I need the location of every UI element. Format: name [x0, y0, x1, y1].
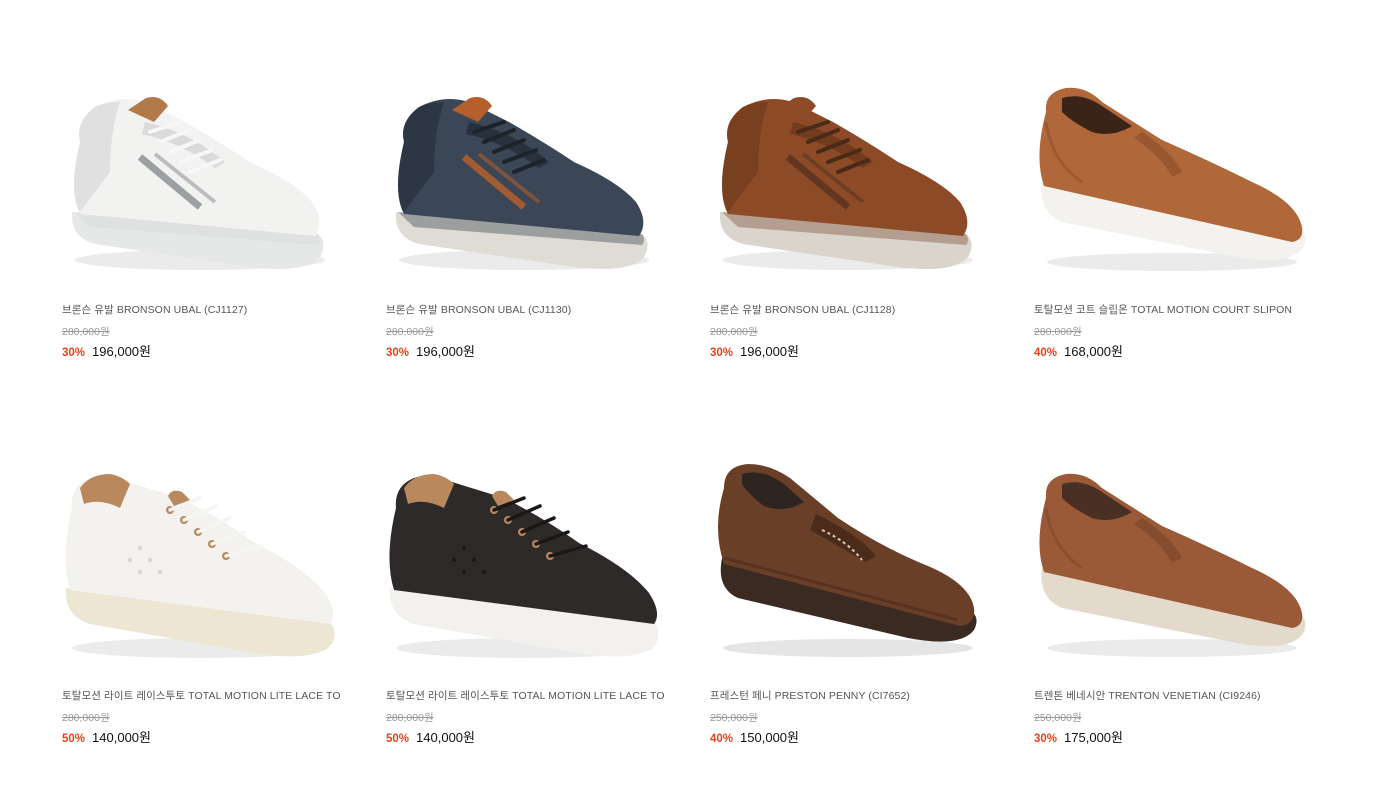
black-lace-to-toe-image[interactable] [374, 448, 664, 688]
original-price: 280,000원 [386, 326, 434, 338]
price-line: 40% 168,000원 [1034, 341, 1123, 360]
sale-price: 140,000원 [92, 730, 151, 745]
discount-rate: 30% [710, 347, 734, 359]
price-line: 30% 196,000원 [386, 341, 475, 360]
price-line: 30% 196,000원 [710, 341, 799, 360]
brown-leather-sneaker-image[interactable] [698, 62, 988, 302]
price-line: 50% 140,000원 [62, 727, 151, 746]
sale-price: 196,000원 [740, 344, 799, 359]
product-card[interactable]: 토탈모션 라이트 레이스투토 TOTAL MOTION LITE LACE TO… [386, 420, 686, 800]
price-line: 40% 150,000원 [710, 727, 799, 746]
product-name[interactable]: 토탈모션 코트 슬립온 TOTAL MOTION COURT SLIPON [1034, 302, 1292, 317]
white-leather-sneaker-image[interactable] [50, 62, 340, 302]
original-price: 280,000원 [710, 326, 758, 338]
price-line: 30% 175,000원 [1034, 727, 1123, 746]
product-card[interactable]: 프레스턴 페니 PRESTON PENNY (CI7652) 250,000원 … [710, 420, 1010, 800]
discount-rate: 30% [1034, 733, 1058, 745]
original-price: 250,000원 [710, 712, 758, 724]
discount-rate: 30% [62, 347, 86, 359]
product-card[interactable]: 트렌톤 베네시안 TRENTON VENETIAN (CI9246) 250,0… [1034, 420, 1334, 800]
product-name[interactable]: 브론슨 유발 BRONSON UBAL (CJ1130) [386, 302, 571, 317]
discount-rate: 30% [386, 347, 410, 359]
original-price: 280,000원 [62, 326, 110, 338]
price-line: 30% 196,000원 [62, 341, 151, 360]
sale-price: 196,000원 [92, 344, 151, 359]
product-grid: 브론슨 유발 BRONSON UBAL (CJ1127) 280,000원 30… [0, 0, 1396, 784]
product-name[interactable]: 트렌톤 베네시안 TRENTON VENETIAN (CI9246) [1034, 688, 1261, 703]
brown-venetian-loafer-image[interactable] [1022, 448, 1312, 688]
product-card[interactable]: 브론슨 유발 BRONSON UBAL (CJ1130) 280,000원 30… [386, 34, 686, 414]
tan-slip-on-image[interactable] [1022, 62, 1312, 302]
product-name[interactable]: 프레스턴 페니 PRESTON PENNY (CI7652) [710, 688, 910, 703]
product-name[interactable]: 토탈모션 라이트 레이스투토 TOTAL MOTION LITE LACE TO [386, 688, 665, 703]
white-lace-to-toe-image[interactable] [50, 448, 340, 688]
sale-price: 150,000원 [740, 730, 799, 745]
product-name[interactable]: 브론슨 유발 BRONSON UBAL (CJ1128) [710, 302, 895, 317]
discount-rate: 50% [62, 733, 86, 745]
sale-price: 140,000원 [416, 730, 475, 745]
product-card[interactable]: 토탈모션 코트 슬립온 TOTAL MOTION COURT SLIPON 28… [1034, 34, 1334, 414]
product-card[interactable]: 토탈모션 라이트 레이스투토 TOTAL MOTION LITE LACE TO… [62, 420, 362, 800]
product-name[interactable]: 브론슨 유발 BRONSON UBAL (CJ1127) [62, 302, 247, 317]
sale-price: 175,000원 [1064, 730, 1123, 745]
sale-price: 196,000원 [416, 344, 475, 359]
product-card[interactable]: 브론슨 유발 BRONSON UBAL (CJ1128) 280,000원 30… [710, 34, 1010, 414]
discount-rate: 50% [386, 733, 410, 745]
discount-rate: 40% [710, 733, 734, 745]
original-price: 280,000원 [386, 712, 434, 724]
original-price: 280,000원 [1034, 326, 1082, 338]
discount-rate: 40% [1034, 347, 1058, 359]
price-line: 50% 140,000원 [386, 727, 475, 746]
product-name[interactable]: 토탈모션 라이트 레이스투토 TOTAL MOTION LITE LACE TO [62, 688, 341, 703]
original-price: 250,000원 [1034, 712, 1082, 724]
product-card[interactable]: 브론슨 유발 BRONSON UBAL (CJ1127) 280,000원 30… [62, 34, 362, 414]
brown-penny-loafer-image[interactable] [698, 448, 988, 688]
navy-leather-sneaker-image[interactable] [374, 62, 664, 302]
original-price: 280,000원 [62, 712, 110, 724]
sale-price: 168,000원 [1064, 344, 1123, 359]
